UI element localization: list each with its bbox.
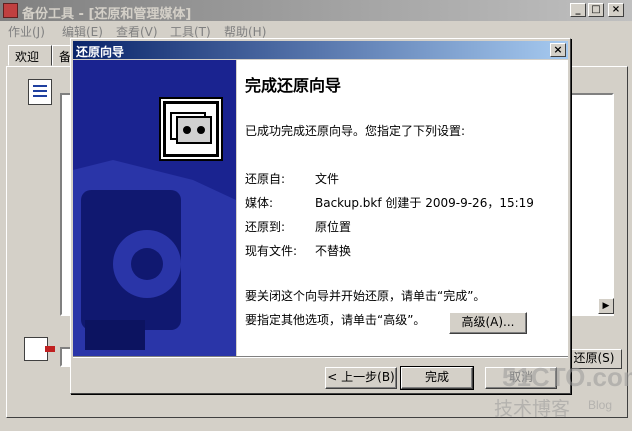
wizard-heading: 完成还原向导 (245, 76, 342, 95)
scroll-right-button[interactable]: ▶ (598, 298, 614, 314)
dialog-title: 还原向导 (76, 45, 125, 59)
restore-button[interactable]: 还原(S) (566, 349, 622, 369)
backup-app-icon (3, 3, 18, 18)
maximize-button[interactable]: □ (588, 3, 604, 17)
wizard-banner (73, 60, 236, 356)
wizard-intro: 已成功完成还原向导。您指定了下列设置: (245, 124, 466, 138)
back-button[interactable]: < 上一步(B) (325, 367, 397, 389)
setting-label-restore-from: 还原自: (245, 172, 286, 186)
tab-backup[interactable]: 备 (52, 45, 72, 66)
setting-label-media: 媒体: (245, 196, 274, 210)
checklist-icon (28, 79, 52, 105)
dialog-close-button[interactable]: × (550, 43, 566, 57)
finish-button[interactable]: 完成 (400, 366, 474, 390)
setting-value-restore-from: 文件 (315, 172, 340, 186)
setting-value-restore-to: 原位置 (315, 220, 352, 234)
setting-value-media: Backup.bkf 创建于 2009-9-26，15:19 (315, 196, 534, 210)
setting-label-existing-files: 现有文件: (245, 244, 298, 258)
main-window-title: 备份工具 - [还原和管理媒体] (22, 7, 192, 22)
menu-job[interactable]: 作业(J) (8, 23, 45, 40)
dialog-separator (73, 356, 568, 358)
setting-label-restore-to: 还原到: (245, 220, 286, 234)
restore-wizard-dialog: 还原向导 × 完成还原向导 已成功完成还原向导。您指定了下列设置: 还原自: 文… (70, 38, 571, 394)
setting-value-existing-files: 不替换 (315, 244, 352, 258)
advanced-hint: 要指定其他选项，请单击“高级”。 (245, 313, 426, 327)
finish-hint: 要关闭这个向导并开始还原，请单击“完成”。 (245, 289, 486, 303)
minimize-button[interactable]: _ (570, 3, 586, 17)
advanced-button[interactable]: 高级(A)... (449, 312, 527, 334)
cancel-button[interactable]: 取消 (485, 367, 557, 389)
wizard-content: 完成还原向导 已成功完成还原向导。您指定了下列设置: 还原自: 文件 媒体: B… (237, 60, 568, 356)
close-button[interactable]: × (608, 3, 624, 17)
backup-tape-icon (159, 97, 223, 161)
tab-welcome[interactable]: 欢迎 (8, 45, 52, 66)
main-titlebar[interactable]: 备份工具 - [还原和管理媒体] _ □ × (0, 0, 632, 22)
dialog-titlebar[interactable]: 还原向导 × (73, 41, 568, 59)
export-icon (24, 337, 55, 361)
